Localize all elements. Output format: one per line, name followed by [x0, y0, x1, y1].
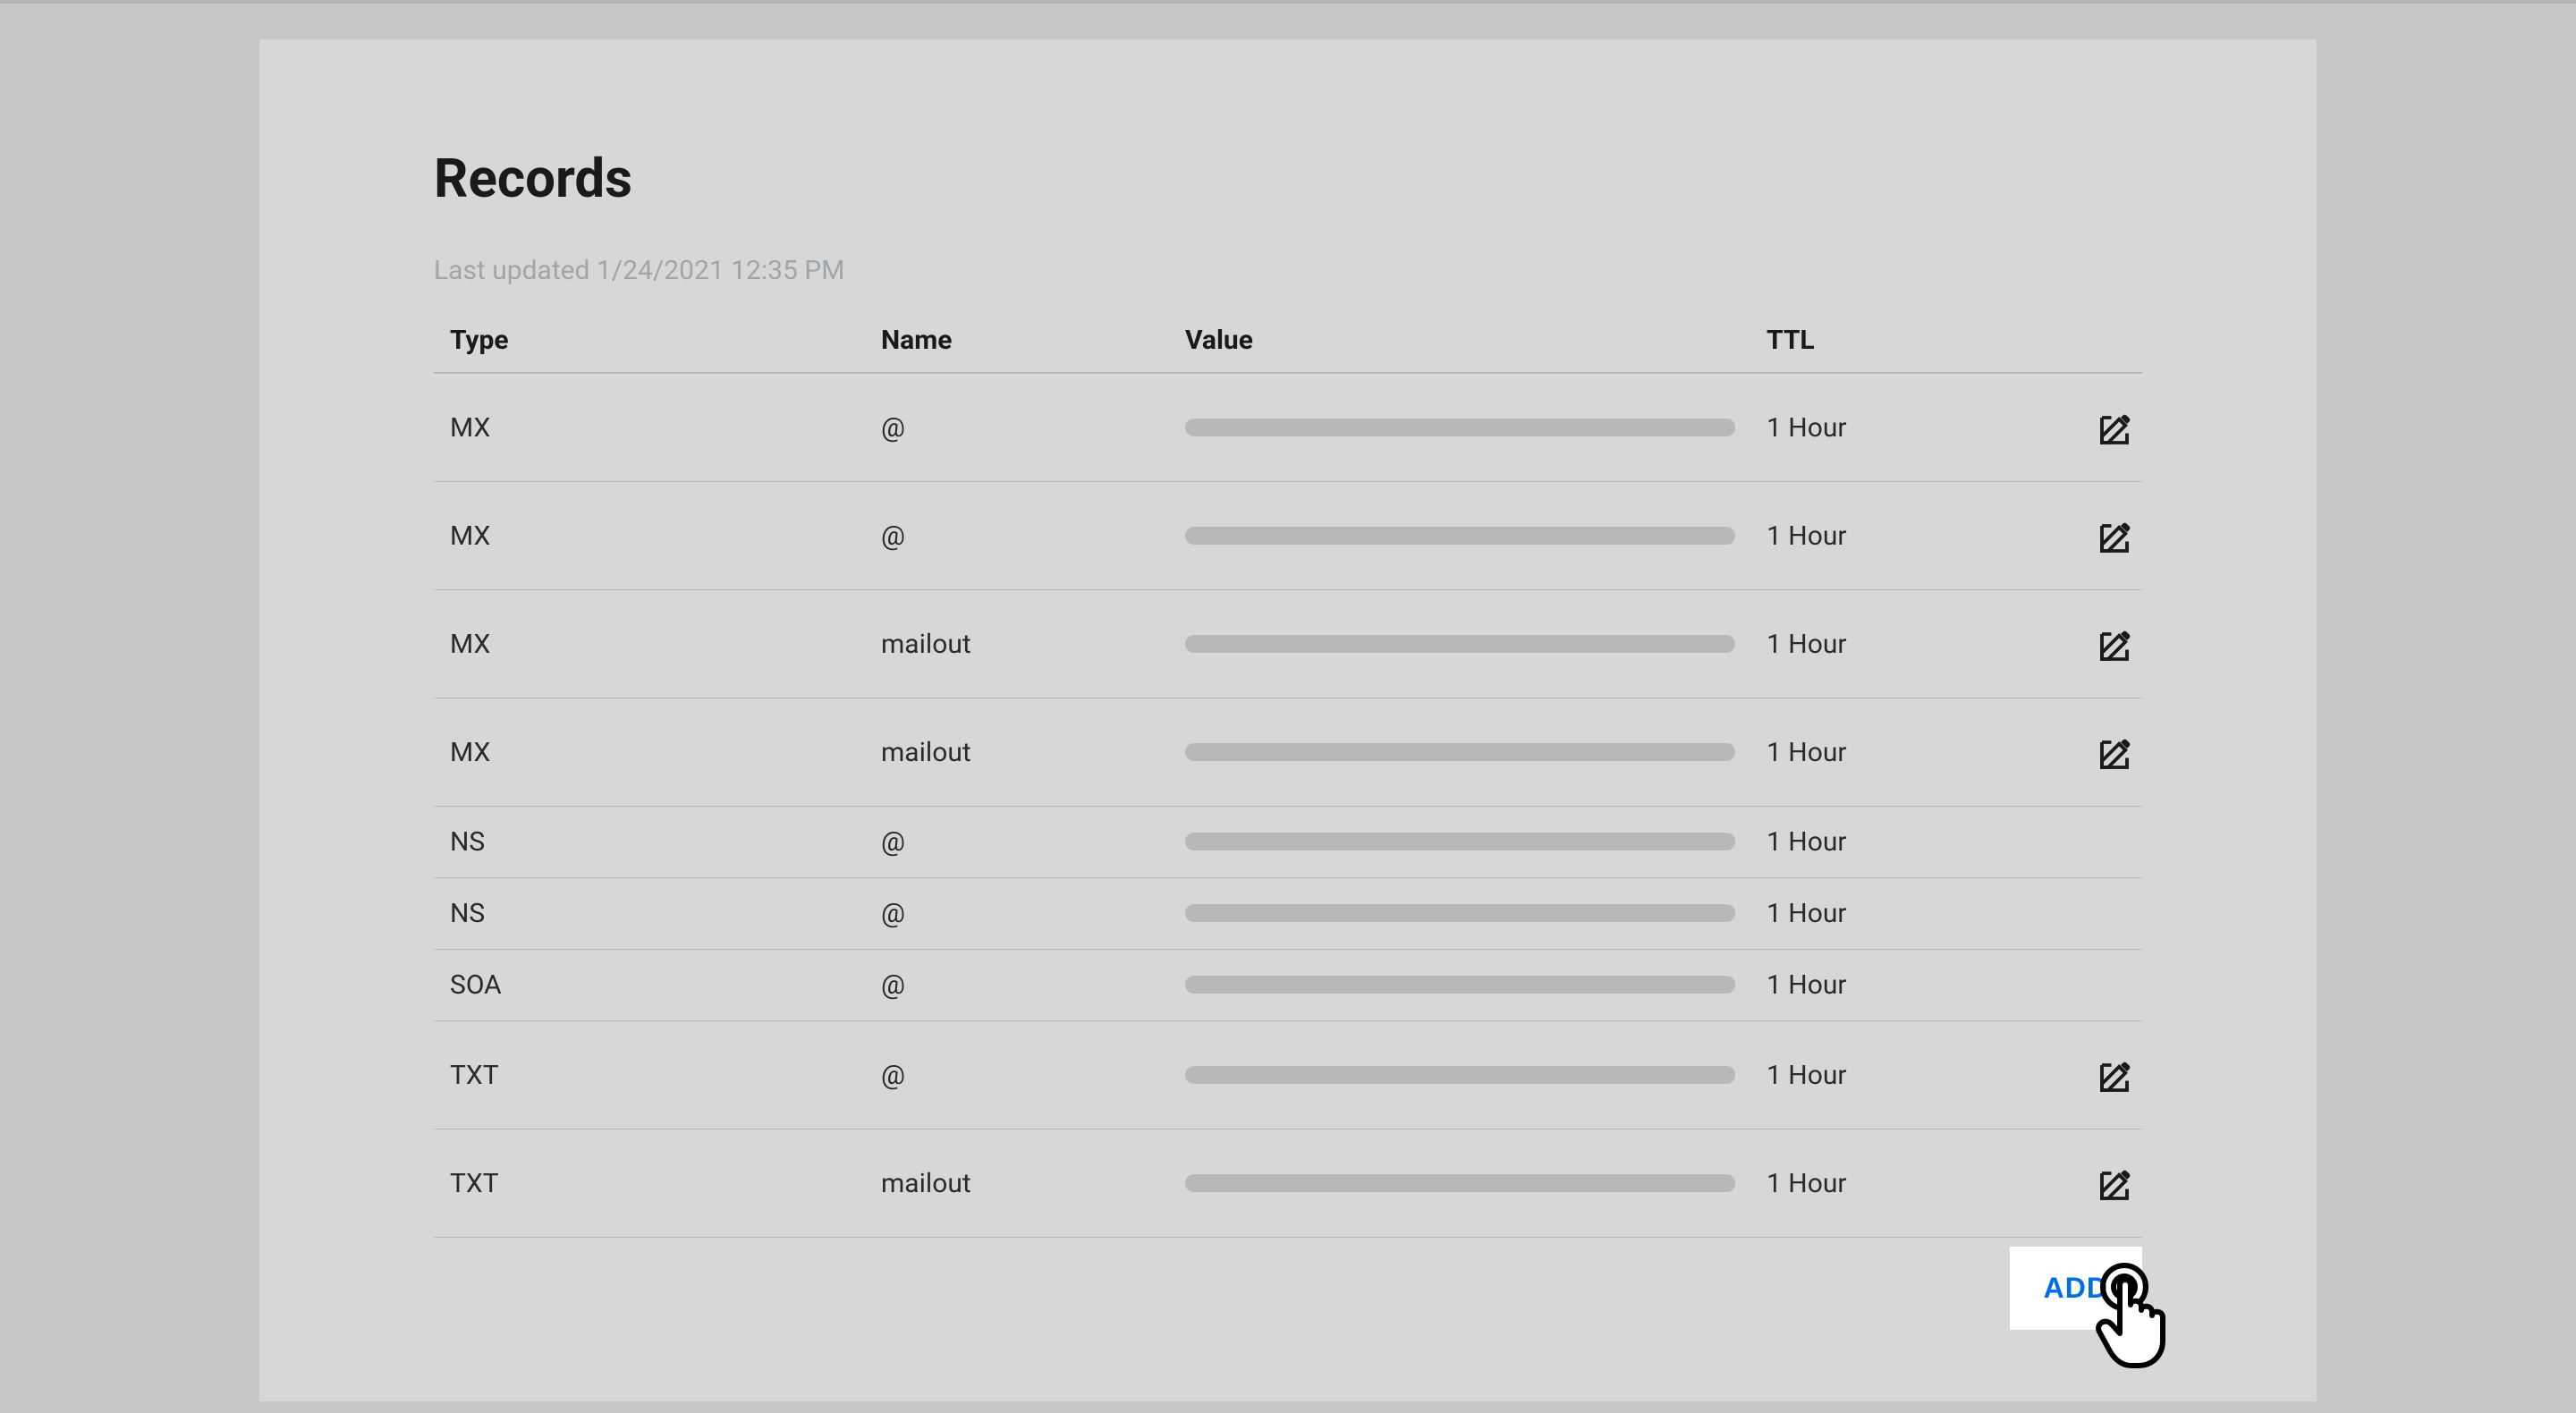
cell-type: NS: [434, 878, 881, 950]
redacted-value-bar: [1185, 976, 1735, 994]
cell-type: NS: [434, 807, 881, 878]
cell-action: [2062, 373, 2142, 482]
column-header-name: Name: [881, 309, 1185, 373]
cell-action: [2062, 698, 2142, 807]
cell-action: [2062, 590, 2142, 698]
table-row: NS@1 Hour: [434, 807, 2142, 878]
column-header-value: Value: [1185, 309, 1767, 373]
cell-action: [2062, 878, 2142, 950]
edit-icon: [2096, 1167, 2133, 1212]
cell-value: [1185, 878, 1767, 950]
cell-name: @: [881, 807, 1185, 878]
cell-name: @: [881, 950, 1185, 1021]
cell-name: @: [881, 482, 1185, 590]
cell-value: [1185, 373, 1767, 482]
table-row: MXmailout 1 Hour: [434, 698, 2142, 807]
last-updated: Last updated 1/24/2021 12:35 PM: [434, 255, 2142, 286]
edit-icon: [2096, 520, 2133, 564]
cell-action: [2062, 482, 2142, 590]
cell-type: TXT: [434, 1130, 881, 1238]
cell-name: mailout: [881, 590, 1185, 698]
cell-value: [1185, 482, 1767, 590]
table-row: TXTmailout 1 Hour: [434, 1130, 2142, 1238]
table-row: SOA@1 Hour: [434, 950, 2142, 1021]
edit-icon: [2096, 736, 2133, 781]
table-row: TXT@1 Hour: [434, 1021, 2142, 1130]
cell-ttl: 1 Hour: [1767, 1021, 2062, 1130]
column-header-type: Type: [434, 309, 881, 373]
table-row: MX@1 Hour: [434, 482, 2142, 590]
add-button[interactable]: ADD: [2010, 1247, 2142, 1330]
table-row: NS@1 Hour: [434, 878, 2142, 950]
cell-name: @: [881, 878, 1185, 950]
cell-ttl: 1 Hour: [1767, 878, 2062, 950]
edit-button[interactable]: [2096, 615, 2133, 673]
cell-type: MX: [434, 590, 881, 698]
edit-icon: [2096, 411, 2133, 456]
cell-type: MX: [434, 482, 881, 590]
cell-action: [2062, 1130, 2142, 1238]
edit-button[interactable]: [2096, 399, 2133, 456]
cell-action: [2062, 807, 2142, 878]
redacted-value-bar: [1185, 635, 1735, 653]
cell-value: [1185, 1130, 1767, 1238]
cell-ttl: 1 Hour: [1767, 482, 2062, 590]
redacted-value-bar: [1185, 527, 1735, 545]
cell-action: [2062, 1021, 2142, 1130]
cell-value: [1185, 1021, 1767, 1130]
cell-value: [1185, 590, 1767, 698]
cell-name: @: [881, 373, 1185, 482]
redacted-value-bar: [1185, 833, 1735, 850]
cell-value: [1185, 698, 1767, 807]
edit-button[interactable]: [2096, 723, 2133, 781]
records-table: Type Name Value TTL MX@1 Hour MX@1 Hour …: [434, 309, 2142, 1238]
redacted-value-bar: [1185, 1174, 1735, 1192]
cell-ttl: 1 Hour: [1767, 590, 2062, 698]
cell-action: [2062, 950, 2142, 1021]
cell-ttl: 1 Hour: [1767, 807, 2062, 878]
cell-name: @: [881, 1021, 1185, 1130]
cell-type: TXT: [434, 1021, 881, 1130]
redacted-value-bar: [1185, 904, 1735, 922]
cell-type: MX: [434, 698, 881, 807]
cell-name: mailout: [881, 1130, 1185, 1238]
cell-ttl: 1 Hour: [1767, 950, 2062, 1021]
add-button-wrapper: ADD: [434, 1247, 2142, 1330]
cell-type: SOA: [434, 950, 881, 1021]
redacted-value-bar: [1185, 419, 1735, 436]
edit-button[interactable]: [2096, 507, 2133, 564]
cell-ttl: 1 Hour: [1767, 373, 2062, 482]
cell-ttl: 1 Hour: [1767, 1130, 2062, 1238]
table-row: MXmailout 1 Hour: [434, 590, 2142, 698]
column-header-ttl: TTL: [1767, 309, 2062, 373]
cell-type: MX: [434, 373, 881, 482]
redacted-value-bar: [1185, 1066, 1735, 1084]
records-panel: Records Last updated 1/24/2021 12:35 PM …: [259, 39, 2317, 1401]
cell-value: [1185, 950, 1767, 1021]
cell-value: [1185, 807, 1767, 878]
edit-button[interactable]: [2096, 1155, 2133, 1212]
table-row: MX@1 Hour: [434, 373, 2142, 482]
cell-ttl: 1 Hour: [1767, 698, 2062, 807]
edit-button[interactable]: [2096, 1046, 2133, 1104]
page-title: Records: [434, 147, 2142, 210]
cell-name: mailout: [881, 698, 1185, 807]
edit-icon: [2096, 628, 2133, 673]
column-header-action: [2062, 309, 2142, 373]
edit-icon: [2096, 1059, 2133, 1104]
redacted-value-bar: [1185, 743, 1735, 761]
